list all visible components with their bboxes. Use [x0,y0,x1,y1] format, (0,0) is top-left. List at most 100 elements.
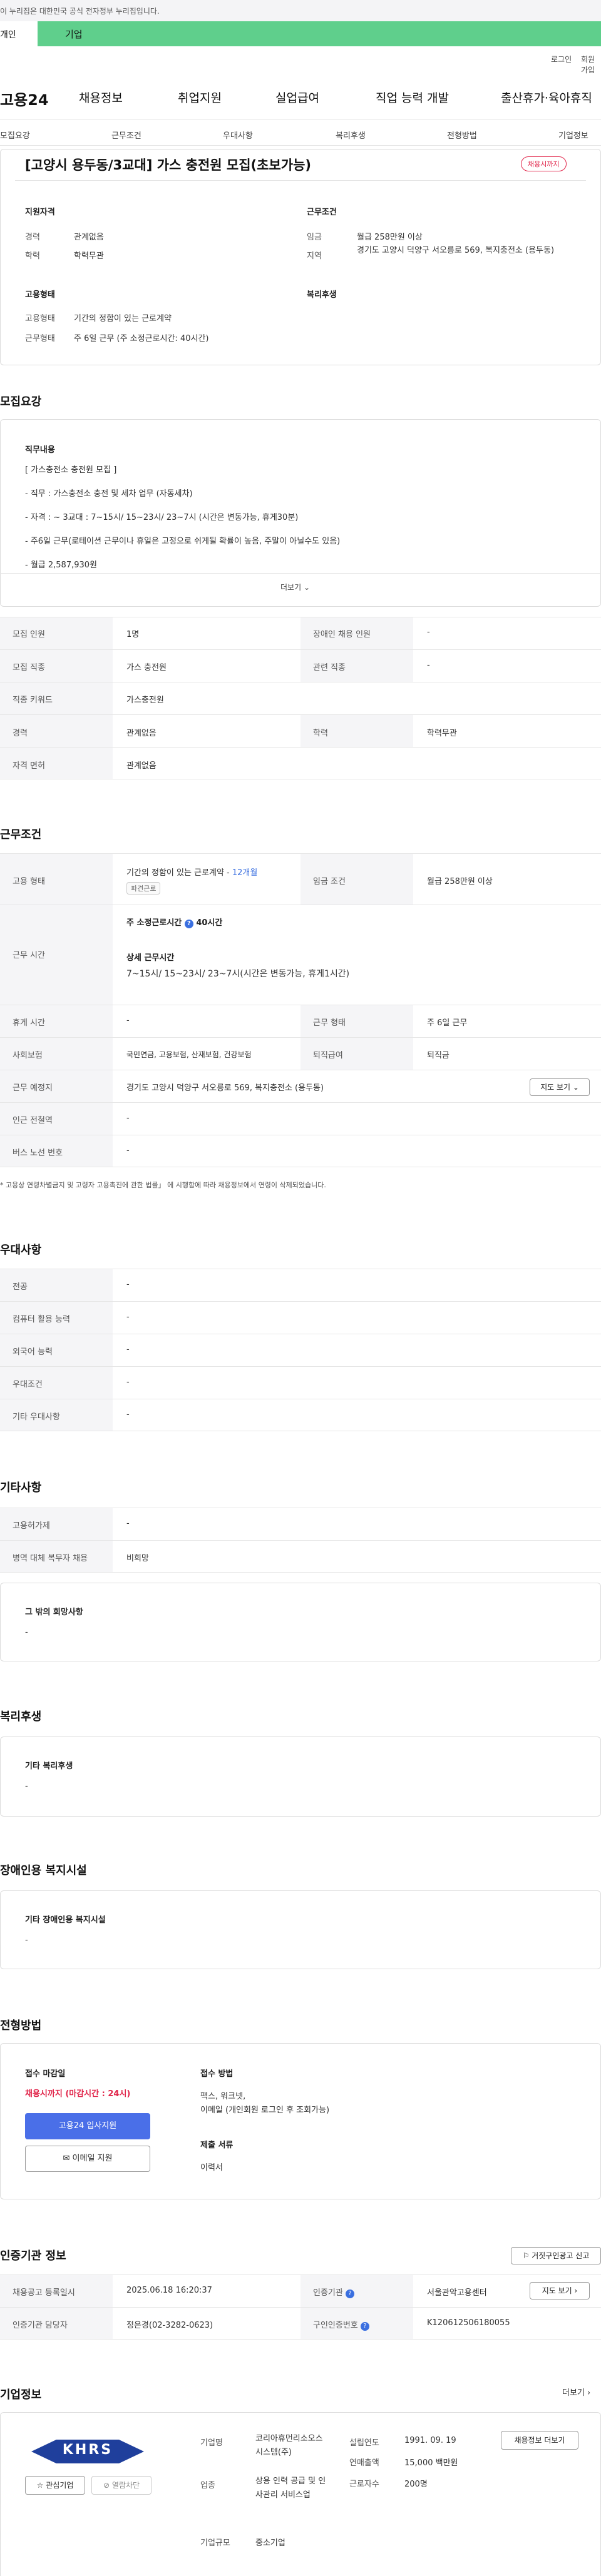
dispatch-tag: 파견근로 [126,882,161,895]
favorite-company-button[interactable]: ☆ 관심기업 [25,2476,85,2495]
subnav-recruit[interactable]: 모집요강 [0,129,30,141]
table-row [0,714,601,747]
nav-unemployment[interactable]: 실업급여 [275,89,319,106]
disabled-section-title: 장애인용 복지시설 [0,1864,87,1877]
subnav-process[interactable]: 전형방법 [447,129,477,141]
process-section-title: 전형방법 [0,2019,42,2032]
login-link[interactable]: 로그인 [551,54,572,64]
agency-manager-label: 인증기관 담당자 [13,2321,68,2330]
duty-heading: 직무내용 [25,445,55,455]
info-icon[interactable]: ? [184,920,193,928]
nav-employment-support[interactable]: 취업지원 [178,89,222,106]
etc-section-title: 기타사항 [0,1481,42,1494]
docs-value: 이력서 [200,2163,223,2173]
table-row [0,1540,601,1573]
recruit-count-value: 1명 [126,630,140,639]
apply-button[interactable]: 고용24 입사지원 [25,2113,150,2139]
more-button-label: 더보기 [280,583,302,592]
subnav-welfare[interactable]: 복리후생 [336,129,366,141]
company-size-label: 기업규모 [200,2538,230,2548]
block-company-button[interactable]: ⊘ 열람차단 [91,2476,152,2495]
work-form-value: 주 6일 근무 [427,1018,468,1028]
recruit-section-title: 모집요강 [0,395,42,408]
signup-link[interactable]: 회원가입 [581,54,601,75]
summary-work-heading: 근무조건 [307,208,337,217]
nav-jobs[interactable]: 채용정보 [79,89,123,106]
agency-name-label: 인증기관 ? [313,2286,354,2298]
deadline-value: 채용시까지 (마감시간 : 24시) [25,2089,131,2099]
job-type-label: 모집 직종 [13,663,45,672]
map-button[interactable]: 지도 보기 ⌄ [530,1078,590,1096]
agency-name-value: 서울관악고용센터 [427,2288,487,2298]
table-row [0,1334,601,1366]
major-value: - [126,1280,130,1289]
keyword-label: 직종 키워드 [13,696,53,705]
table-row [0,1269,601,1301]
agency-name-label-text: 인증기관 [313,2288,343,2298]
table-row [0,1399,601,1431]
info-icon[interactable]: ? [360,2322,369,2331]
company-more-link[interactable]: 더보기 › [562,2386,590,2398]
more-button[interactable]: 더보기 ⌄ [280,582,310,592]
wish-value: - [25,1628,28,1637]
cert-number-value: K120612506180055 [427,2318,510,2328]
subnav-divider [0,145,601,146]
license-value: 관계없음 [126,761,157,771]
summary-hours-value: 주 6일 근무 (주 소정근로시간: 40시간) [74,334,209,343]
age-notice: * 고용상 연령차별금지 및 고령자 고용촉진에 관한 법률」 에 시행함에 따… [0,1181,326,1189]
bus-label: 버스 노선 번호 [13,1149,63,1158]
table-row [0,747,601,779]
nav-leave[interactable]: 출산휴가·육아휴직 [501,89,592,106]
job-type-value: 가스 충전원 [126,663,167,672]
welfare-heading: 기타 복리후생 [25,1762,73,1771]
report-button-label: 거짓구인광고 신고 [532,2251,590,2260]
summary-hours-label: 근무형태 [25,334,55,343]
subnav-conditions[interactable]: 근무조건 [111,129,141,141]
job-title: [고양시 용두동/3교대] 가스 충전원 모집(초보가능) [25,158,311,173]
insurance-label: 사회보험 [13,1051,43,1060]
table-row [0,905,601,1005]
emp-type-label: 고용 형태 [13,877,45,886]
table-row [0,2307,601,2340]
star-icon: ☆ [36,2481,44,2490]
summary-wage-value: 월급 258만원 이상 [357,233,423,242]
map-button-label: 지도 보기 [540,1083,571,1092]
conditions-section-title: 근무조건 [0,828,42,841]
site-logo[interactable]: 고용24 [0,88,49,109]
favorite-label: 관심기업 [46,2481,74,2490]
disabled-heading: 기타 장애인용 복지시설 [25,1915,106,1925]
subnav-preference[interactable]: 우대사항 [223,129,253,141]
method-heading: 접수 방법 [200,2069,234,2079]
disabled-value: - [25,1935,28,1945]
nav-training[interactable]: 직업 능력 개발 [376,89,449,106]
gov-notice-bar: 이 누리집은 대한민국 공식 전자정부 누리집입니다. [0,0,601,21]
detail-hours-value: 7~15시/ 15~23시/ 23~7시(시간은 변동가능, 휴게1시간) [126,969,350,979]
email-apply-button[interactable]: ✉ 이메일 지원 [25,2146,150,2172]
chevron-down-icon: ⌄ [303,583,311,592]
company-size-value: 중소기업 [255,2538,285,2548]
summary-wage-label: 임금 [307,233,322,242]
report-button[interactable]: ⚐ 거짓구인광고 신고 [511,2247,601,2264]
tab-personal[interactable]: 개인 [0,21,38,46]
weekly-hours-value: 40시간 [196,918,223,928]
weekly-hours: 주 소정근로시간 ? 40시간 [126,916,222,928]
agency-manager-value: 정은경(02-3282-0623) [126,2321,213,2330]
duty-line-5: - 월급 2,587,930원 [25,560,97,570]
info-icon[interactable]: ? [345,2289,354,2298]
station-value: - [126,1113,130,1123]
duty-line-2: - 직무 : 가스충전소 충전 및 세차 업무 (자동세차) [25,489,193,499]
tab-business[interactable]: 기업 [65,28,83,41]
subnav-company[interactable]: 기업정보 [558,129,588,141]
cert-number-label-text: 구인인증번호 [313,2321,358,2330]
agency-map-button[interactable]: 지도 보기 › [530,2282,590,2300]
workplace-value: 경기도 고양시 덕양구 서오릉로 569, 복지충전소 (용두동) [126,1083,324,1093]
table-row [0,1102,601,1135]
company-logo: KHRS [25,2437,150,2466]
sales-value: 15,000 백만원 [404,2458,458,2468]
keyword-value: 가스충전원 [126,696,164,705]
insurance-value: 국민연금, 고용보험, 산재보험, 건강보험 [126,1050,252,1059]
company-jobs-button[interactable]: 채용정보 더보기 [501,2431,578,2450]
gov-notice-text: 이 누리집은 대한민국 공식 전자정부 누리집입니다. [0,7,160,16]
company-section-title: 기업정보 [0,2388,42,2401]
mail-icon: ✉ [63,2154,70,2163]
